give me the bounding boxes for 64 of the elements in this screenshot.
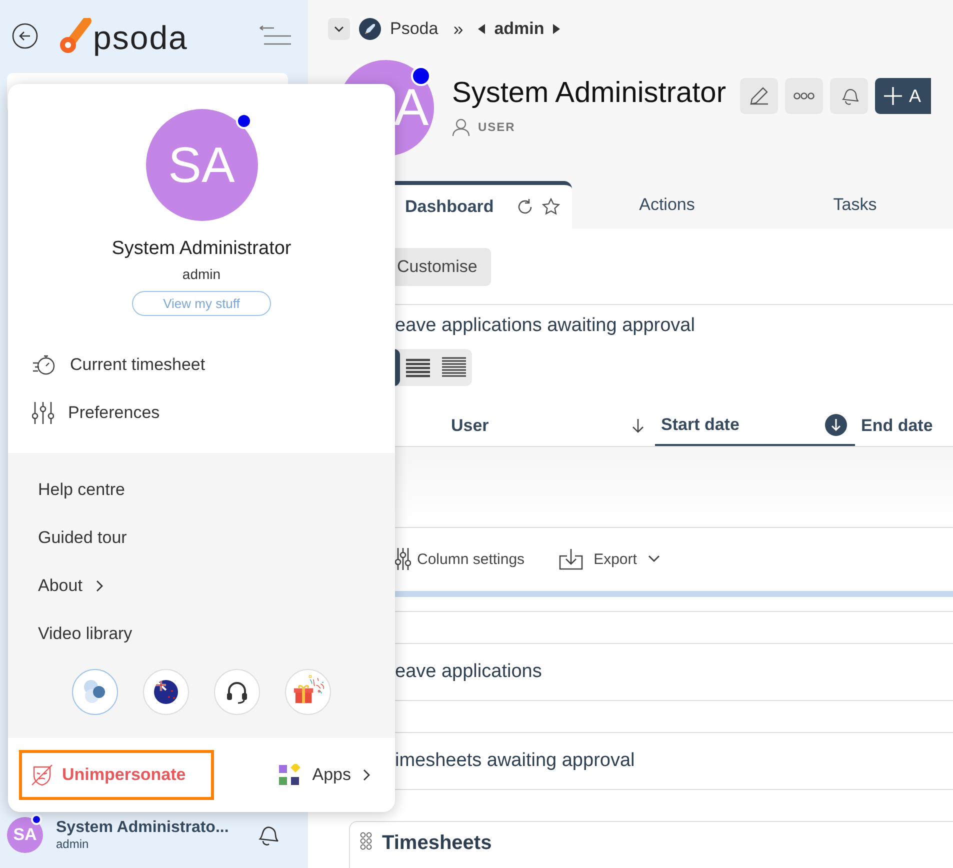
chevron-right-icon	[363, 769, 371, 781]
bell-button[interactable]	[830, 78, 868, 114]
menu-item[interactable]: Current timesheet	[32, 341, 395, 389]
breadcrumb-separator: »	[453, 18, 464, 40]
user-login: admin	[182, 266, 221, 282]
chevron-down-icon	[648, 555, 660, 563]
column-settings-button[interactable]: Column settings	[395, 547, 525, 571]
rocket-icon	[359, 18, 381, 40]
collapse-menu-icon[interactable]	[258, 25, 292, 47]
more-icon	[792, 92, 815, 100]
star-icon[interactable]	[542, 198, 560, 216]
more-button[interactable]	[784, 78, 823, 114]
lines-icon	[442, 356, 466, 380]
menu-item[interactable]: Preferences	[32, 389, 395, 437]
person-icon	[452, 118, 470, 136]
gift-button[interactable]	[285, 669, 331, 715]
sliders-icon	[32, 401, 54, 425]
add-button[interactable]: A	[874, 78, 931, 114]
menu-link[interactable]: Guided tour	[38, 514, 127, 562]
user-name: System Administrato...	[56, 819, 230, 837]
tab[interactable]: Actions	[572, 181, 762, 229]
column-header[interactable]: End date	[855, 406, 953, 446]
unimpersonate-button[interactable]: Unimpersonate	[19, 750, 214, 800]
pencil-icon	[748, 85, 770, 107]
stopwatch-icon	[32, 354, 56, 376]
tab[interactable]: Tasks	[762, 181, 948, 229]
export-button[interactable]: Export	[558, 547, 660, 571]
headset-icon	[224, 679, 250, 705]
user-login: admin	[56, 837, 90, 851]
breadcrumb-current: admin	[494, 19, 544, 39]
menu-link[interactable]: Video library	[38, 610, 132, 658]
role-label: USER	[478, 120, 516, 134]
next-icon[interactable]	[553, 24, 560, 34]
sort-arrow-icon[interactable]	[631, 418, 645, 434]
page-title: System Administrator	[452, 77, 726, 110]
breadcrumb-link[interactable]: Psoda	[390, 19, 438, 39]
crossed-mask-icon	[30, 763, 54, 787]
dropdown-button[interactable]	[328, 18, 350, 40]
download-icon	[558, 548, 583, 570]
flag-icon	[152, 678, 180, 706]
widget-title: Timesheets	[382, 832, 492, 855]
support-headset-button[interactable]	[214, 669, 260, 715]
theme-button[interactable]	[72, 669, 118, 715]
chevron-right-icon	[96, 580, 104, 592]
widget-title: eave applications	[395, 661, 542, 683]
previous-icon[interactable]	[478, 24, 486, 34]
chevron-down-icon	[334, 26, 344, 32]
apps-button[interactable]: Apps	[278, 764, 371, 786]
refresh-icon[interactable]	[516, 198, 534, 216]
plus-icon	[882, 86, 903, 106]
column-header[interactable]: User	[451, 406, 655, 446]
edit-button[interactable]	[740, 78, 778, 114]
menu-link[interactable]: About	[38, 562, 104, 610]
widget-title: eave applications awaiting approval	[394, 314, 696, 337]
apps-grid-icon	[278, 764, 300, 786]
menu-link[interactable]: Help centre	[38, 466, 125, 514]
drag-handle-icon[interactable]	[360, 832, 372, 850]
user-avatar: SA	[146, 109, 258, 221]
language-button[interactable]	[143, 669, 189, 715]
user-name: System Administrator	[112, 238, 292, 260]
logo-text: psoda	[93, 21, 188, 54]
widget-title: imesheets awaiting approval	[395, 750, 635, 772]
sort-down-icon[interactable]	[825, 414, 847, 436]
back-icon[interactable]	[11, 22, 39, 50]
